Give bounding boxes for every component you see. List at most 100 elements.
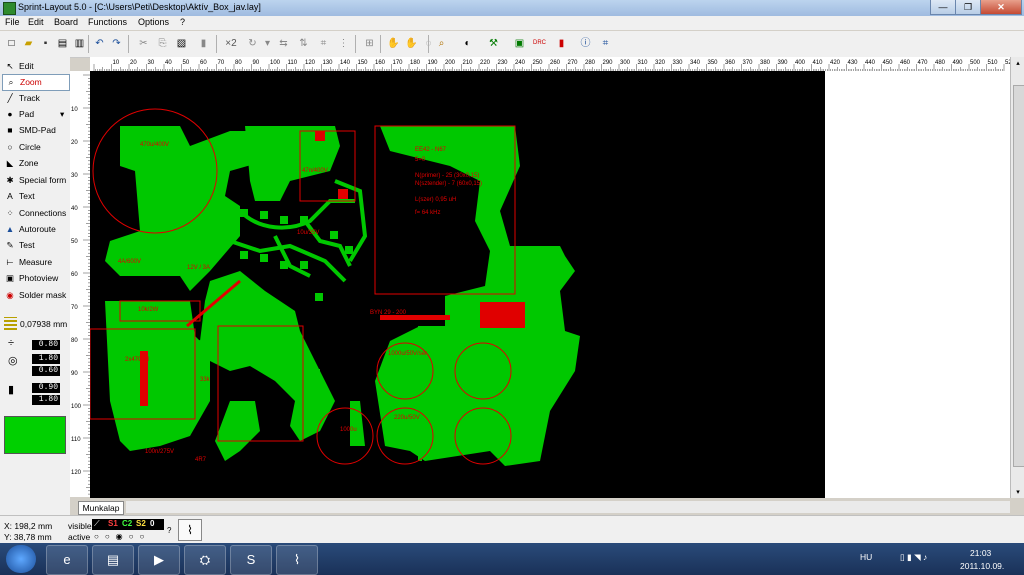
print-icon[interactable]: ▥: [72, 36, 87, 51]
layer-visibility-bar[interactable]: ⟋ S1 C2 S2 0: [92, 519, 164, 530]
open-folder-icon[interactable]: ▰: [21, 36, 36, 51]
canvas-blank-area[interactable]: [825, 71, 1010, 498]
tray-icons[interactable]: ▯ ▮ ◥ ♪: [900, 552, 927, 563]
start-button[interactable]: [6, 545, 36, 573]
zoom-icon[interactable]: ⌕: [434, 36, 449, 51]
distribute-icon[interactable]: ⋮: [336, 36, 351, 51]
align-icon[interactable]: ⌗: [316, 36, 331, 51]
ie-taskbar-icon[interactable]: e: [46, 545, 88, 575]
explorer-taskbar-icon[interactable]: ▤: [92, 545, 134, 575]
smd-size-icon: ▮: [8, 384, 15, 396]
layer-0[interactable]: 0: [150, 519, 154, 528]
pad-inner-field[interactable]: 0.60: [32, 366, 60, 376]
tool-photoview[interactable]: ▣ Photoview: [2, 271, 68, 286]
duplicate-button[interactable]: ×2: [222, 36, 240, 51]
skype-taskbar-icon[interactable]: S: [230, 545, 272, 575]
lock-icon[interactable]: ✋: [386, 36, 401, 51]
clock-time[interactable]: 21:03: [970, 548, 991, 558]
ruler-top-label: 320: [655, 60, 666, 66]
tool-zoom[interactable]: ⌕ Zoom: [2, 74, 70, 91]
tool-connections[interactable]: ⁘ Connections: [2, 206, 68, 221]
sheet-tab[interactable]: Munkalap: [78, 501, 124, 515]
media-taskbar-icon[interactable]: ▶: [138, 545, 180, 575]
tool-special-form[interactable]: ✱ Special form: [2, 173, 68, 188]
svg-text:5=0: 5=0: [415, 157, 426, 163]
track-width-field[interactable]: 0.80: [32, 340, 60, 350]
unlock-icon[interactable]: ✋: [404, 36, 419, 51]
smd-height-field[interactable]: 1.80: [32, 395, 60, 405]
menu-options[interactable]: Options: [138, 17, 169, 27]
ruler-top-label: 140: [340, 60, 351, 66]
grid-icon[interactable]: [4, 317, 17, 330]
close-button[interactable]: ✕: [980, 0, 1022, 15]
pcb-canvas[interactable]: 470u/400V EE42 - N67 5=0 N(primer) - 25 …: [90, 71, 825, 498]
smd-width-field[interactable]: 0.90: [32, 383, 60, 393]
view-toggle-icon[interactable]: ◐: [460, 36, 475, 51]
paste-icon[interactable]: ▧: [174, 36, 189, 51]
drc-icon[interactable]: DRC: [532, 36, 547, 51]
group-icon[interactable]: ⊞: [362, 36, 377, 51]
language-indicator[interactable]: HU: [860, 552, 872, 562]
redo-icon[interactable]: ↷: [109, 36, 124, 51]
menu-functions[interactable]: Functions: [88, 17, 127, 27]
mirror-v-icon[interactable]: ⇅: [296, 36, 311, 51]
tool-edit[interactable]: ↖ Edit: [2, 59, 68, 74]
svg-text:12V / 3A: 12V / 3A: [187, 265, 210, 271]
ruler-top-label: 90: [253, 60, 260, 66]
network-taskbar-icon[interactable]: ⛭: [184, 545, 226, 575]
layer-color-swatch[interactable]: [4, 416, 66, 454]
minimize-button[interactable]: —: [930, 0, 956, 15]
undo-icon[interactable]: ↶: [92, 36, 107, 51]
sprint-layout-taskbar-icon[interactable]: ⌇: [276, 545, 318, 575]
layer-radio-group[interactable]: ○○◉○○: [94, 532, 150, 541]
ruler-top-label: 30: [148, 60, 155, 66]
cut-icon[interactable]: ✂: [136, 36, 151, 51]
tool-circle[interactable]: ○ Circle: [2, 140, 68, 155]
layer-s2[interactable]: S2: [136, 519, 146, 528]
tool-zone[interactable]: ◣ Zone: [2, 156, 68, 171]
tool-test[interactable]: ✎ Test: [2, 238, 68, 253]
tool-smd-pad[interactable]: ■ SMD-Pad: [2, 123, 68, 138]
clock-date[interactable]: 2011.10.09.: [960, 561, 1004, 571]
autoroute-status-icon[interactable]: ⌇: [178, 519, 202, 541]
tool-text[interactable]: A Text: [2, 189, 68, 204]
print-preview-icon[interactable]: ▤: [55, 36, 70, 51]
layer-s1[interactable]: S1: [108, 519, 118, 528]
vertical-scrollbar[interactable]: ▴ ▾: [1010, 57, 1024, 498]
coord-x: X: 198,2 mm: [4, 521, 53, 531]
tool-autoroute[interactable]: ▲ Autoroute: [2, 222, 68, 237]
dropdown-icon[interactable]: ▾: [260, 36, 275, 51]
battery-icon[interactable]: ▮: [554, 36, 569, 51]
pad-outer-field[interactable]: 1.80: [32, 354, 60, 364]
scroll-thumb[interactable]: [1013, 85, 1024, 467]
menu-help[interactable]: ?: [180, 17, 185, 27]
info-icon[interactable]: ⓘ: [578, 36, 593, 51]
help-button[interactable]: ?: [167, 526, 171, 535]
scroll-down-icon: ▾: [1016, 489, 1020, 496]
svg-text:470u/400V: 470u/400V: [140, 142, 169, 148]
tool-pad[interactable]: ● Pad ▾: [2, 107, 68, 122]
delete-icon[interactable]: ▮: [196, 36, 211, 51]
maximize-button[interactable]: ❐: [955, 0, 981, 15]
menu-file[interactable]: File: [5, 17, 20, 27]
copy-icon[interactable]: ⎘: [155, 36, 170, 51]
tool-solder-mask[interactable]: ◉ Solder mask: [2, 288, 68, 303]
menu-edit[interactable]: Edit: [28, 17, 44, 27]
rotate-icon[interactable]: ↻: [245, 36, 260, 51]
horizontal-scrollbar[interactable]: [126, 501, 1010, 513]
crop-icon[interactable]: ⌗: [598, 36, 613, 51]
ruler-left-label: 60: [71, 272, 78, 278]
layer-c2[interactable]: C2: [122, 519, 132, 528]
drc-tools-icon[interactable]: ⚒: [486, 36, 501, 51]
measure-icon: ⊢: [6, 257, 14, 267]
tool-measure[interactable]: ⊢ Measure: [2, 255, 68, 270]
menu-board[interactable]: Board: [54, 17, 78, 27]
grid-size-value[interactable]: 0,07938 mm: [20, 319, 67, 329]
mirror-h-icon[interactable]: ⇆: [276, 36, 291, 51]
new-file-icon[interactable]: □: [4, 36, 19, 51]
tool-track[interactable]: ╱ Track: [2, 91, 68, 106]
ruler-top-label: 400: [795, 60, 806, 66]
ruler-top-label: 240: [515, 60, 526, 66]
photo-icon[interactable]: ▣: [512, 36, 527, 51]
save-icon[interactable]: ▪: [38, 36, 53, 51]
